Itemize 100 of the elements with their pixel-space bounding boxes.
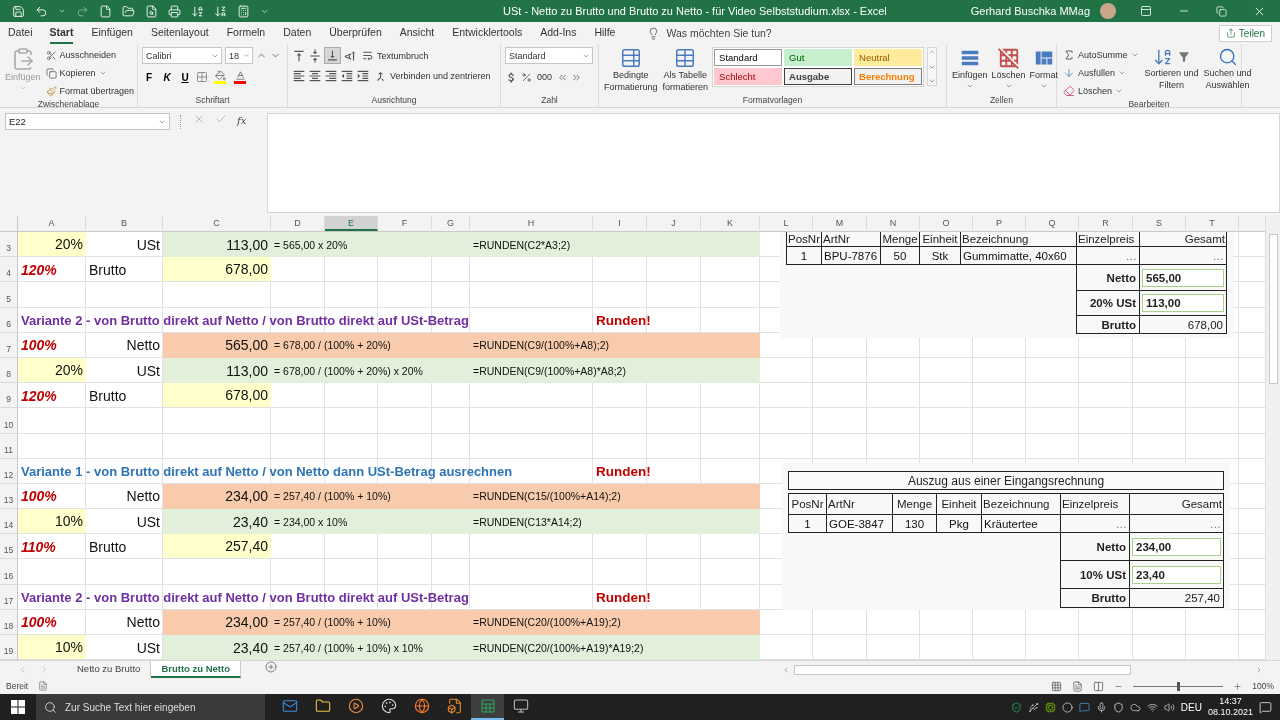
indent-increase-icon[interactable] xyxy=(356,69,370,83)
zoom-level[interactable]: 100% xyxy=(1252,681,1274,691)
cell-style[interactable]: Standard xyxy=(714,49,783,66)
menu-tab[interactable]: Daten xyxy=(283,22,312,44)
conditional-formatting-button[interactable]: Bedingte Formatierung xyxy=(603,47,659,93)
menu-tab[interactable]: Hilfe xyxy=(594,22,616,44)
font-color-icon[interactable] xyxy=(232,70,248,84)
cut-button[interactable]: Ausschneiden xyxy=(43,47,137,63)
menu-tab[interactable]: Überprüfen xyxy=(329,22,382,44)
undo-icon[interactable] xyxy=(35,4,48,18)
format-cells-button[interactable]: Format xyxy=(1028,47,1060,90)
cell-style[interactable]: Schlecht xyxy=(714,68,783,85)
search-field[interactable]: Was möchten Sie tun? xyxy=(666,27,772,39)
row-number[interactable]: 17 xyxy=(0,584,18,610)
column-header[interactable]: G xyxy=(432,216,470,231)
sort-ascending-icon[interactable] xyxy=(191,4,204,18)
indent-decrease-icon[interactable] xyxy=(340,69,354,83)
name-box[interactable]: E22 xyxy=(5,113,170,130)
column-header[interactable]: I xyxy=(593,216,647,231)
print-preview-icon[interactable] xyxy=(145,4,158,18)
sheet-tab[interactable]: Brutto zu Netto xyxy=(151,661,241,678)
row-number[interactable]: 15 xyxy=(0,534,18,560)
share-button[interactable]: Teilen xyxy=(1218,24,1272,42)
column-header[interactable]: A xyxy=(18,216,86,231)
ribbon-display-icon[interactable] xyxy=(1140,5,1152,17)
font-name-field[interactable]: Calibri xyxy=(142,47,222,64)
row-number[interactable]: 11 xyxy=(0,433,18,459)
menu-tab[interactable]: Einfügen xyxy=(91,22,133,44)
row-number[interactable]: 13 xyxy=(0,483,18,510)
document-app-icon[interactable] xyxy=(446,698,463,714)
column-header[interactable]: P xyxy=(973,216,1026,231)
avatar[interactable] xyxy=(1100,3,1116,19)
column-header[interactable]: O xyxy=(920,216,973,231)
cell-style[interactable]: Gut xyxy=(784,49,853,66)
menu-tab[interactable]: Add-Ins xyxy=(540,22,577,44)
percent-icon[interactable] xyxy=(521,71,532,83)
page-layout-icon[interactable] xyxy=(1072,680,1084,692)
cell-style[interactable]: Neutral xyxy=(854,49,923,66)
page-break-icon[interactable] xyxy=(1093,680,1105,692)
delete-cells-button[interactable]: Löschen xyxy=(990,47,1027,90)
bold-button[interactable]: F xyxy=(142,69,156,85)
row-number[interactable]: 4 xyxy=(0,257,18,283)
wrap-text-button[interactable]: Textumbruch xyxy=(359,47,431,64)
mail-icon[interactable] xyxy=(281,698,298,714)
column-header[interactable]: S xyxy=(1133,216,1186,231)
palette-icon[interactable] xyxy=(380,698,397,714)
thousands-button[interactable]: 000 xyxy=(535,69,555,85)
align-left-icon[interactable] xyxy=(292,69,306,83)
browser-icon[interactable] xyxy=(413,698,430,714)
column-header[interactable]: E xyxy=(325,216,378,231)
save-icon[interactable] xyxy=(12,4,25,18)
formula-field[interactable] xyxy=(267,113,1280,213)
row-number[interactable]: 8 xyxy=(0,357,18,384)
menu-tab[interactable]: Formeln xyxy=(226,22,266,44)
caret-icon[interactable] xyxy=(58,7,66,15)
underline-button[interactable]: U xyxy=(178,69,192,85)
format-as-table-button[interactable]: Als Tabelle formatieren xyxy=(661,47,710,93)
taskbar-search-field[interactable]: Zur Suche Text hier eingeben xyxy=(36,694,265,720)
zoom-in-icon[interactable] xyxy=(1233,681,1243,691)
row-number[interactable]: 5 xyxy=(0,282,18,308)
clear-button[interactable]: Löschen xyxy=(1061,83,1141,99)
usb-icon[interactable] xyxy=(1027,701,1039,713)
row-number[interactable]: 10 xyxy=(0,408,18,434)
column-header[interactable]: Q xyxy=(1026,216,1079,231)
gallery-scrollbar[interactable] xyxy=(927,47,938,86)
column-header[interactable]: T xyxy=(1186,216,1239,231)
menu-tab[interactable]: Ansicht xyxy=(399,22,435,44)
merge-button[interactable]: Verbinden und zentrieren xyxy=(372,68,493,84)
row-number[interactable]: 9 xyxy=(0,383,18,409)
align-middle-icon[interactable] xyxy=(308,48,322,63)
column-header[interactable]: H xyxy=(470,216,593,231)
align-right-icon[interactable] xyxy=(324,69,338,83)
row-number[interactable]: 19 xyxy=(0,635,18,660)
cloud-icon[interactable] xyxy=(1129,701,1141,713)
restore-icon[interactable] xyxy=(1216,5,1227,17)
align-bottom-icon[interactable] xyxy=(324,47,341,64)
macro-record-icon[interactable] xyxy=(38,681,49,691)
row-number[interactable]: 12 xyxy=(0,458,18,484)
sort-filter-button[interactable]: Sortieren und Filtern xyxy=(1143,47,1200,91)
security-icon[interactable] xyxy=(1112,701,1124,713)
new-file-icon[interactable] xyxy=(99,4,112,18)
column-header[interactable]: J xyxy=(647,216,701,231)
chip-icon[interactable] xyxy=(1044,701,1056,713)
spreadsheet-icon[interactable] xyxy=(479,698,496,714)
orientation-icon[interactable] xyxy=(343,48,357,63)
row-number[interactable]: 3 xyxy=(0,232,18,258)
number-format-field[interactable]: Standard xyxy=(505,47,593,64)
borders-icon[interactable] xyxy=(196,71,208,83)
menu-tab[interactable]: Seitenlayout xyxy=(150,22,209,44)
insert-cells-button[interactable]: Einfügen xyxy=(951,47,989,90)
redo-icon[interactable] xyxy=(76,4,89,18)
align-center-icon[interactable] xyxy=(308,69,322,83)
vertical-scrollbar[interactable] xyxy=(1265,216,1280,660)
row-number[interactable]: 6 xyxy=(0,307,18,333)
volume-icon[interactable] xyxy=(1163,701,1175,713)
cell-style[interactable]: Ausgabe xyxy=(784,68,853,85)
column-header[interactable]: K xyxy=(701,216,760,231)
insert-function-button[interactable]: fx xyxy=(237,115,247,126)
monitor-icon[interactable] xyxy=(512,698,529,714)
play-icon[interactable] xyxy=(347,698,364,714)
